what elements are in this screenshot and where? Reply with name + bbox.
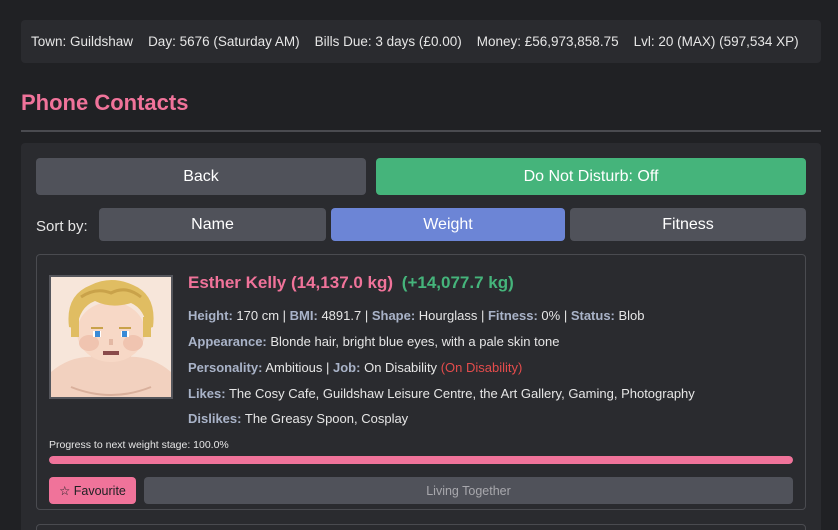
favourite-button[interactable]: ☆ Favourite (49, 477, 136, 504)
back-button[interactable]: Back (36, 158, 366, 195)
contact-portrait (49, 275, 173, 399)
sort-fitness-button[interactable]: Fitness (570, 208, 806, 241)
portrait-image (51, 277, 171, 397)
fitness-value: 0% (541, 308, 561, 323)
appearance-line: Appearance: Blonde hair, bright blue eye… (188, 334, 559, 349)
next-contact-card (36, 524, 806, 530)
status-label: Status: (570, 308, 615, 323)
job-value: On Disability (364, 360, 438, 375)
progress-label: Progress to next weight stage: 100.0% (49, 439, 229, 451)
bills-status: Bills Due: 3 days (£0.00) (314, 34, 462, 49)
page-title: Phone Contacts (21, 90, 189, 115)
sort-label: Sort by: (36, 218, 88, 235)
shape-label: Shape: (371, 308, 416, 323)
personality-value: Ambitious (265, 360, 323, 375)
money-status: Money: £56,973,858.75 (476, 34, 619, 49)
height-label: Height: (188, 308, 233, 323)
contact-name-line: Esther Kelly (14,137.0 kg) (+14,077.7 kg… (188, 273, 514, 293)
town-status: Town: Guildshaw (31, 34, 134, 49)
day-status: Day: 5676 (Saturday AM) (148, 34, 300, 49)
dislikes-value: The Greasy Spoon, Cosplay (244, 411, 409, 426)
personality-line: Personality: Ambitious | Job: On Disabil… (188, 360, 523, 375)
title-divider (21, 130, 821, 132)
height-value: 170 cm (236, 308, 280, 323)
bmi-value: 4891.7 (321, 308, 362, 323)
weight-gain: (+14,077.7 kg) (401, 273, 514, 292)
fitness-label: Fitness: (487, 308, 538, 323)
contact-name: Esther Kelly (14,137.0 kg) (188, 273, 394, 292)
likes-value: The Cosy Cafe, Guildshaw Leisure Centre,… (228, 386, 695, 401)
personality-label: Personality: (188, 360, 263, 375)
likes-label: Likes: (188, 386, 226, 401)
job-note: (On Disability) (440, 360, 523, 375)
do-not-disturb-toggle[interactable]: Do Not Disturb: Off (376, 158, 806, 195)
appearance-label: Appearance: (188, 334, 267, 349)
job-label: Job: (333, 360, 361, 375)
level-status: Lvl: 20 (MAX) (597,534 XP) (633, 34, 799, 49)
appearance-value: Blonde hair, bright blue eyes, with a pa… (270, 334, 560, 349)
sort-name-button[interactable]: Name (99, 208, 326, 241)
sort-weight-button[interactable]: Weight (331, 208, 565, 241)
living-together-button[interactable]: Living Together (144, 477, 793, 504)
progress-fill (49, 456, 793, 464)
dislikes-line: Dislikes: The Greasy Spoon, Cosplay (188, 411, 408, 426)
shape-value: Hourglass (418, 308, 478, 323)
status-value: Blob (618, 308, 645, 323)
bmi-label: BMI: (289, 308, 318, 323)
status-bar: Town: Guildshaw Day: 5676 (Saturday AM) … (21, 20, 821, 63)
likes-line: Likes: The Cosy Cafe, Guildshaw Leisure … (188, 386, 695, 401)
stats-line: Height: 170 cm | BMI: 4891.7 | Shape: Ho… (188, 308, 645, 323)
weight-progress-bar (49, 456, 793, 464)
dislikes-label: Dislikes: (188, 411, 242, 426)
